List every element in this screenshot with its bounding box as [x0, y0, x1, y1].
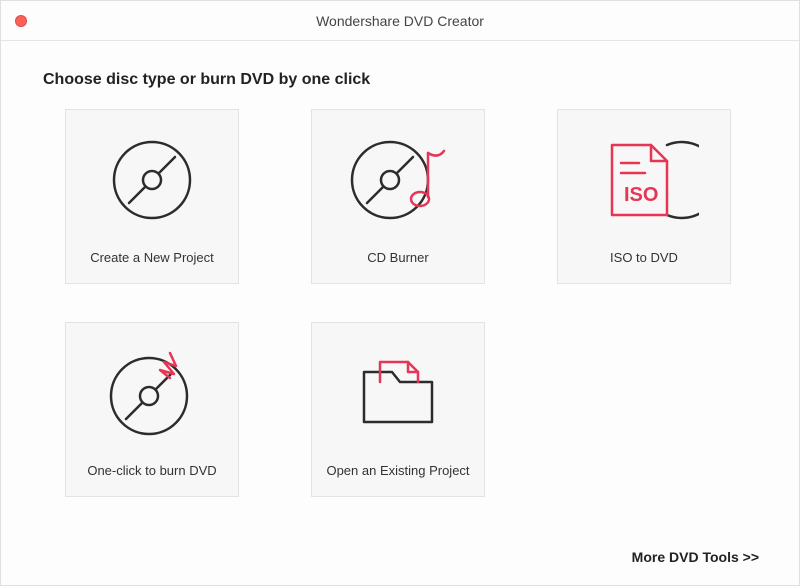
disc-burn-icon: [66, 323, 238, 463]
titlebar: Wondershare DVD Creator: [1, 1, 799, 41]
card-create-new-project[interactable]: Create a New Project: [65, 109, 239, 284]
card-label: CD Burner: [367, 250, 428, 265]
card-label: ISO to DVD: [610, 250, 678, 265]
card-label: Open an Existing Project: [326, 463, 469, 478]
card-cd-burner[interactable]: CD Burner: [311, 109, 485, 284]
svg-text:ISO: ISO: [624, 184, 658, 206]
card-label: One-click to burn DVD: [87, 463, 216, 478]
card-open-existing-project[interactable]: Open an Existing Project: [311, 322, 485, 497]
card-one-click-burn[interactable]: One-click to burn DVD: [65, 322, 239, 497]
page-heading: Choose disc type or burn DVD by one clic…: [43, 71, 799, 89]
close-icon[interactable]: [15, 15, 27, 27]
card-iso-to-dvd[interactable]: ISO ISO to DVD: [557, 109, 731, 284]
folder-open-icon: [312, 323, 484, 463]
more-dvd-tools-link[interactable]: More DVD Tools >>: [632, 549, 759, 565]
iso-file-icon: ISO: [558, 110, 730, 250]
options-grid: Create a New Project CD Burner: [65, 109, 799, 497]
disc-music-icon: [312, 110, 484, 250]
disc-icon: [66, 110, 238, 250]
window-title: Wondershare DVD Creator: [1, 13, 799, 29]
card-label: Create a New Project: [90, 250, 214, 265]
